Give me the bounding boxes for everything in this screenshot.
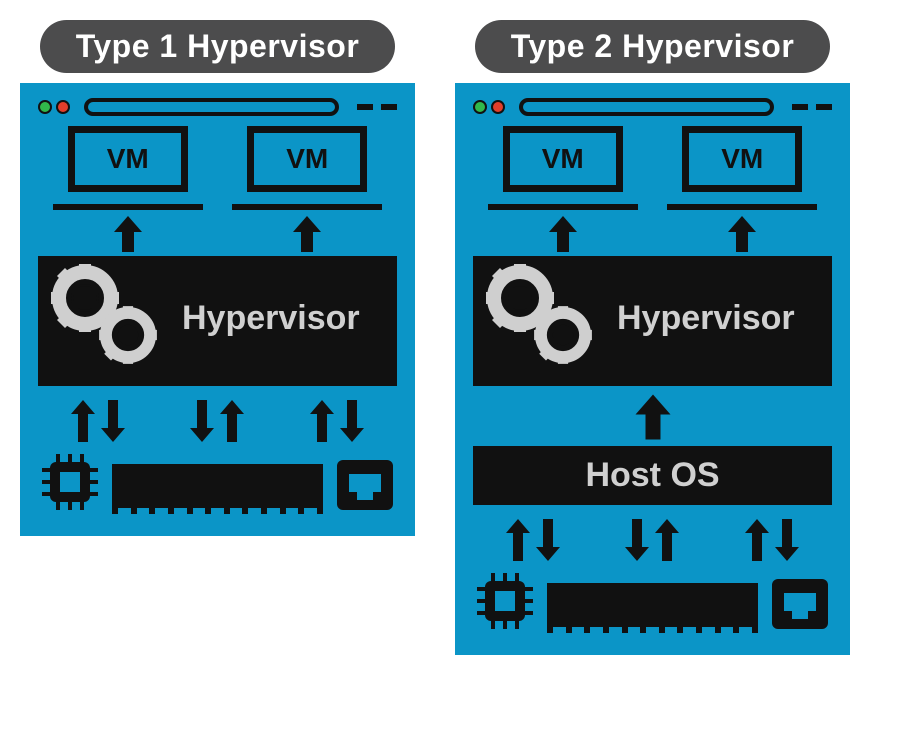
up-arrow-icon — [722, 214, 762, 254]
hypervisor-layer: Hypervisor — [473, 256, 832, 386]
hardware-arrow-row — [473, 515, 832, 565]
updown-arrow-icon — [503, 515, 563, 565]
vm-box: VM — [503, 126, 623, 210]
window-titlebar — [473, 98, 832, 116]
vm-box: VM — [247, 126, 367, 210]
updown-arrow-icon — [187, 396, 247, 446]
laptop-base — [488, 204, 638, 210]
traffic-light-red — [491, 100, 505, 114]
arrow-row — [473, 392, 832, 442]
vm-row: VM VM — [473, 126, 832, 210]
traffic-light-green — [473, 100, 487, 114]
type1-window: VM VM — [20, 83, 415, 536]
type1-title: Type 1 Hypervisor — [40, 20, 396, 73]
cpu-icon — [473, 569, 537, 633]
vm-box: VM — [682, 126, 802, 210]
hardware-row — [473, 569, 832, 633]
address-bar — [519, 98, 774, 116]
vm-row: VM VM — [38, 126, 397, 210]
type1-column: Type 1 Hypervisor VM VM — [20, 20, 415, 536]
gears-icon — [50, 263, 170, 373]
ethernet-icon — [768, 575, 832, 633]
vm-box: VM — [68, 126, 188, 210]
type2-title: Type 2 Hypervisor — [475, 20, 831, 73]
address-bar — [84, 98, 339, 116]
traffic-light-green — [38, 100, 52, 114]
window-control-dash — [816, 104, 832, 110]
gears-icon — [485, 263, 605, 373]
up-arrow-icon — [543, 214, 583, 254]
arrow-row — [38, 214, 397, 254]
ethernet-icon — [333, 456, 397, 514]
window-titlebar — [38, 98, 397, 116]
updown-arrow-icon — [307, 396, 367, 446]
hypervisor-layer: Hypervisor — [38, 256, 397, 386]
vm-label: VM — [682, 126, 802, 192]
cpu-icon — [38, 450, 102, 514]
diagram-container: Type 1 Hypervisor VM VM — [20, 20, 900, 655]
window-control-dash — [381, 104, 397, 110]
vm-label: VM — [247, 126, 367, 192]
vm-label: VM — [68, 126, 188, 192]
traffic-light-red — [56, 100, 70, 114]
host-os-layer: Host OS — [473, 446, 832, 505]
vm-label: VM — [503, 126, 623, 192]
hardware-row — [38, 450, 397, 514]
updown-arrow-icon — [622, 515, 682, 565]
updown-arrow-icon — [68, 396, 128, 446]
updown-arrow-icon — [742, 515, 802, 565]
hardware-arrow-row — [38, 396, 397, 446]
ram-icon — [112, 464, 323, 514]
up-arrow-icon — [628, 392, 678, 442]
hypervisor-label: Hypervisor — [182, 299, 360, 338]
laptop-base — [53, 204, 203, 210]
laptop-base — [232, 204, 382, 210]
window-control-dash — [792, 104, 808, 110]
type2-window: VM VM — [455, 83, 850, 655]
hypervisor-label: Hypervisor — [617, 299, 795, 338]
arrow-row — [473, 214, 832, 254]
ram-icon — [547, 583, 758, 633]
laptop-base — [667, 204, 817, 210]
up-arrow-icon — [108, 214, 148, 254]
window-control-dash — [357, 104, 373, 110]
up-arrow-icon — [287, 214, 327, 254]
type2-column: Type 2 Hypervisor VM VM — [455, 20, 850, 655]
